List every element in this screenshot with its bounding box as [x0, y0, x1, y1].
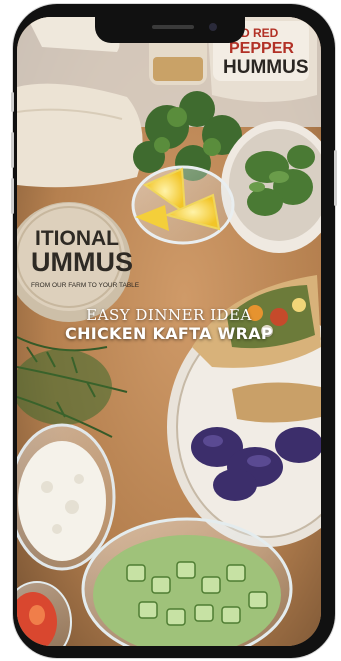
phone-volume-down [11, 178, 14, 214]
hummus-label-line-2: UMMUS [31, 247, 133, 277]
phone-side-button [11, 92, 14, 112]
pepper-hummus-label-line-2: PEPPER [229, 40, 294, 57]
pepper-hummus-label-line-3: HUMMUS [223, 57, 309, 78]
phone-camera [209, 23, 217, 31]
phone-volume-up [11, 132, 14, 168]
phone-notch [95, 17, 245, 43]
hummus-label-tagline: FROM OUR FARM TO YOUR TABLE [31, 282, 140, 289]
video-caption-eyebrow: EASY DINNER IDEA [86, 306, 252, 324]
phone-power-button [334, 150, 337, 206]
phone-speaker [152, 25, 194, 29]
video-caption-headline: CHICKEN KAFTA WRAP [65, 324, 273, 343]
